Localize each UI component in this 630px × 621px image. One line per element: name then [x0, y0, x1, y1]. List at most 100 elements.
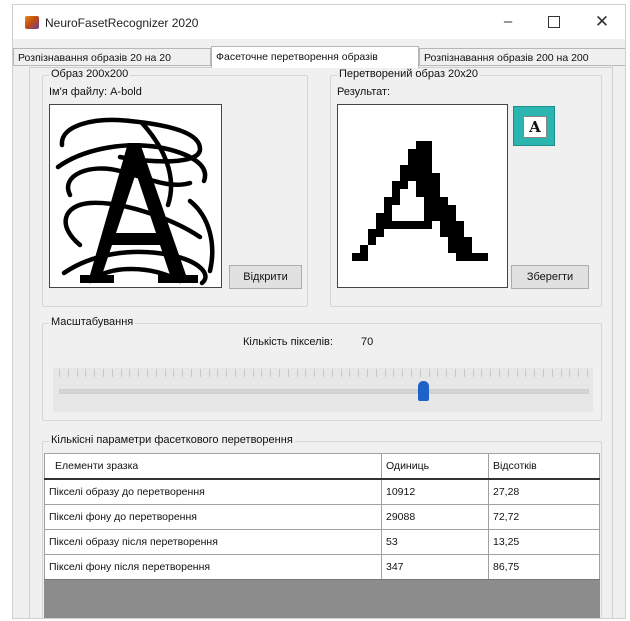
pixel: [440, 221, 448, 229]
slider-tick: [155, 369, 157, 377]
pixel: [440, 213, 448, 221]
slider-tick: [472, 369, 474, 377]
pixel: [472, 253, 480, 261]
save-button[interactable]: Зберегти: [511, 265, 589, 289]
window-title: NeuroFasetRecognizer 2020: [45, 16, 199, 30]
pixel: [416, 141, 424, 149]
pixel: [376, 221, 384, 229]
slider-tick: [217, 369, 219, 377]
slider-thumb[interactable]: [418, 381, 430, 401]
pixel: [424, 205, 432, 213]
pixel: [424, 221, 432, 229]
preview-image-button[interactable]: A: [513, 106, 555, 146]
row-percent-cell[interactable]: 13,25: [488, 529, 600, 555]
pixel: [384, 221, 392, 229]
row-name-cell[interactable]: Пікселі фону до перетворення: [44, 504, 382, 530]
row-percent-cell[interactable]: 27,28: [488, 478, 600, 505]
slider-tick: [375, 369, 377, 377]
slider-ticks: [59, 369, 588, 379]
pixel: [360, 253, 368, 261]
row-name-cell[interactable]: Пікселі фону після перетворення: [44, 554, 382, 580]
pixel: [368, 237, 376, 245]
pixel: [424, 165, 432, 173]
slider-tick: [428, 369, 430, 377]
slider-tick: [525, 369, 527, 377]
slider-tick: [393, 369, 395, 377]
slider-tick: [164, 369, 166, 377]
pixel: [480, 253, 488, 261]
params-group-title: Кількісні параметри фасеткового перетвор…: [49, 434, 295, 446]
close-button[interactable]: ✕: [579, 5, 625, 39]
row-name-cell[interactable]: Пікселі образу після перетворення: [44, 529, 382, 555]
pixel: [448, 221, 456, 229]
column-header-elements[interactable]: Елементи зразка: [44, 453, 382, 480]
slider-tick: [507, 369, 509, 377]
preview-letter: A: [523, 116, 547, 138]
pixel: [408, 221, 416, 229]
tab-strip: Розпізнавання образів 20 на 20 Фасеточне…: [13, 46, 625, 68]
pixel: [440, 229, 448, 237]
table-row[interactable]: Пікселі фону до перетворення 29088 72,72: [44, 504, 600, 530]
pixel: [408, 157, 416, 165]
pixel: [424, 213, 432, 221]
pixel: [440, 205, 448, 213]
row-units-cell[interactable]: 29088: [381, 504, 489, 530]
app-window: NeuroFasetRecognizer 2020 – ✕ Розпізнава…: [12, 4, 626, 619]
slider-tick: [543, 369, 544, 377]
pixel: [416, 165, 424, 173]
pixel: [416, 221, 424, 229]
tab-recognition-200[interactable]: Розпізнавання образів 200 на 200: [419, 48, 625, 66]
slider-tick: [191, 369, 192, 377]
pixel: [456, 229, 464, 237]
maximize-icon: [548, 16, 560, 29]
slider-tick: [59, 369, 60, 377]
minimize-button[interactable]: –: [485, 5, 531, 39]
slider-tick: [569, 369, 571, 377]
params-group: Кількісні параметри фасеткового перетвор…: [42, 434, 602, 618]
pixel: [392, 221, 400, 229]
row-percent-cell[interactable]: 72,72: [488, 504, 600, 530]
table-empty-area: [44, 579, 600, 618]
row-name-cell[interactable]: Пікселі образу до перетворення: [44, 478, 382, 505]
tab-faset-transform[interactable]: Фасеточне перетворення образів: [211, 46, 419, 68]
pixel: [424, 141, 432, 149]
scale-slider[interactable]: [53, 368, 593, 412]
slider-tick: [516, 369, 518, 377]
slider-tick: [120, 369, 122, 377]
pixel: [448, 237, 456, 245]
row-units-cell[interactable]: 347: [381, 554, 489, 580]
row-units-cell[interactable]: 53: [381, 529, 489, 555]
table-row[interactable]: Пікселі образу після перетворення 53 13,…: [44, 529, 600, 555]
pixel: [416, 181, 424, 189]
column-header-units[interactable]: Одиниць: [381, 453, 489, 480]
pixel: [456, 237, 464, 245]
row-units-cell[interactable]: 10912: [381, 478, 489, 505]
slider-tick: [199, 369, 201, 377]
pixel: [352, 253, 360, 261]
slider-tick: [446, 369, 448, 377]
source-group-title: Образ 200х200: [49, 68, 131, 80]
slider-tick: [103, 369, 104, 377]
slider-tick: [402, 369, 404, 377]
row-percent-cell[interactable]: 86,75: [488, 554, 600, 580]
table-row[interactable]: Пікселі фону після перетворення 347 86,7…: [44, 554, 600, 580]
maximize-button[interactable]: [531, 5, 577, 39]
slider-tick: [147, 369, 148, 377]
slider-tick: [323, 369, 324, 377]
pixel: [392, 189, 400, 197]
slider-tick: [358, 369, 360, 377]
tab-recognition-20[interactable]: Розпізнавання образів 20 на 20: [13, 48, 211, 66]
pixel: [448, 229, 456, 237]
pixel: [400, 165, 408, 173]
pixel: [368, 229, 376, 237]
title-bar[interactable]: NeuroFasetRecognizer 2020 – ✕: [13, 5, 625, 39]
result-group-title: Перетворений образ 20х20: [337, 68, 481, 80]
table-header-row: Елементи зразка Одиниць Відсотків: [44, 453, 600, 480]
open-button[interactable]: Відкрити: [229, 265, 302, 289]
column-header-percent[interactable]: Відсотків: [488, 453, 600, 480]
pixel: [416, 157, 424, 165]
slider-tick: [243, 369, 245, 377]
slider-tick: [129, 369, 131, 377]
table-row[interactable]: Пікселі образу до перетворення 10912 27,…: [44, 478, 600, 505]
pixel: [424, 173, 432, 181]
